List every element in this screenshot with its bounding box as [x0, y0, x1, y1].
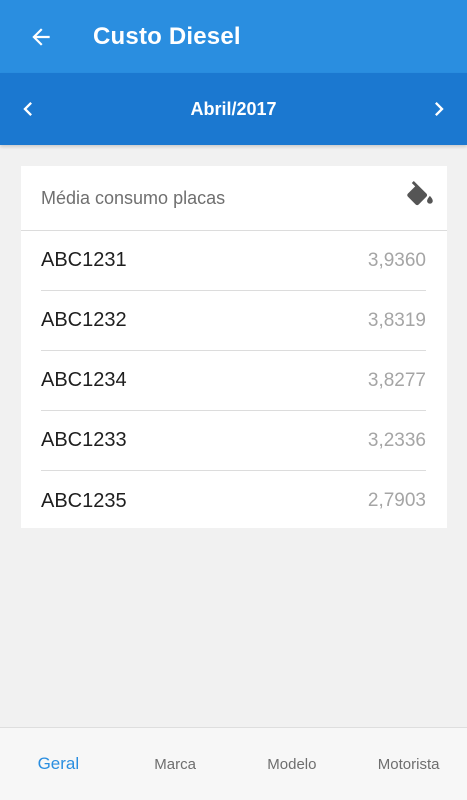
tab-modelo[interactable]: Modelo: [234, 728, 351, 800]
next-month-button[interactable]: [419, 89, 459, 129]
list-item[interactable]: ABC1233 3,2336: [41, 411, 426, 471]
consumption-value: 3,2336: [367, 429, 426, 451]
chevron-right-icon: [435, 102, 444, 116]
list-item[interactable]: ABC1235 2,7903: [41, 471, 426, 531]
plate-label: ABC1233: [41, 429, 127, 451]
page-title: Custo Diesel: [93, 22, 241, 50]
consumption-value: 3,8277: [367, 369, 426, 391]
list-item[interactable]: ABC1234 3,8277: [41, 351, 426, 411]
list-item[interactable]: ABC1231 3,9360: [41, 231, 426, 291]
tab-motorista[interactable]: Motorista: [350, 728, 467, 800]
consumption-card: Média consumo placas ABC1231 3,9360 ABC1…: [21, 166, 447, 528]
consumption-value: 3,9360: [367, 249, 426, 271]
plate-label: ABC1234: [41, 369, 127, 391]
plate-label: ABC1232: [41, 309, 127, 331]
card-header: Média consumo placas: [21, 166, 447, 231]
list-item[interactable]: ABC1232 3,8319: [41, 291, 426, 351]
fuel-paint-bucket-icon: [407, 181, 433, 206]
plate-label: ABC1231: [41, 249, 127, 271]
bottom-navigation: Geral Marca Modelo Motorista: [0, 727, 467, 800]
back-button[interactable]: [21, 17, 61, 57]
consumption-value: 3,8319: [367, 309, 426, 331]
app-bar: Custo Diesel: [0, 0, 467, 73]
month-selector: Abril/2017: [0, 73, 467, 145]
tab-geral[interactable]: Geral: [0, 728, 117, 800]
tab-marca[interactable]: Marca: [117, 728, 234, 800]
card-header-label: Média consumo placas: [41, 187, 226, 208]
consumption-value: 2,7903: [367, 490, 426, 511]
plate-label: ABC1235: [41, 489, 127, 512]
arrow-left-icon: [32, 27, 50, 46]
month-label: Abril/2017: [190, 98, 277, 119]
